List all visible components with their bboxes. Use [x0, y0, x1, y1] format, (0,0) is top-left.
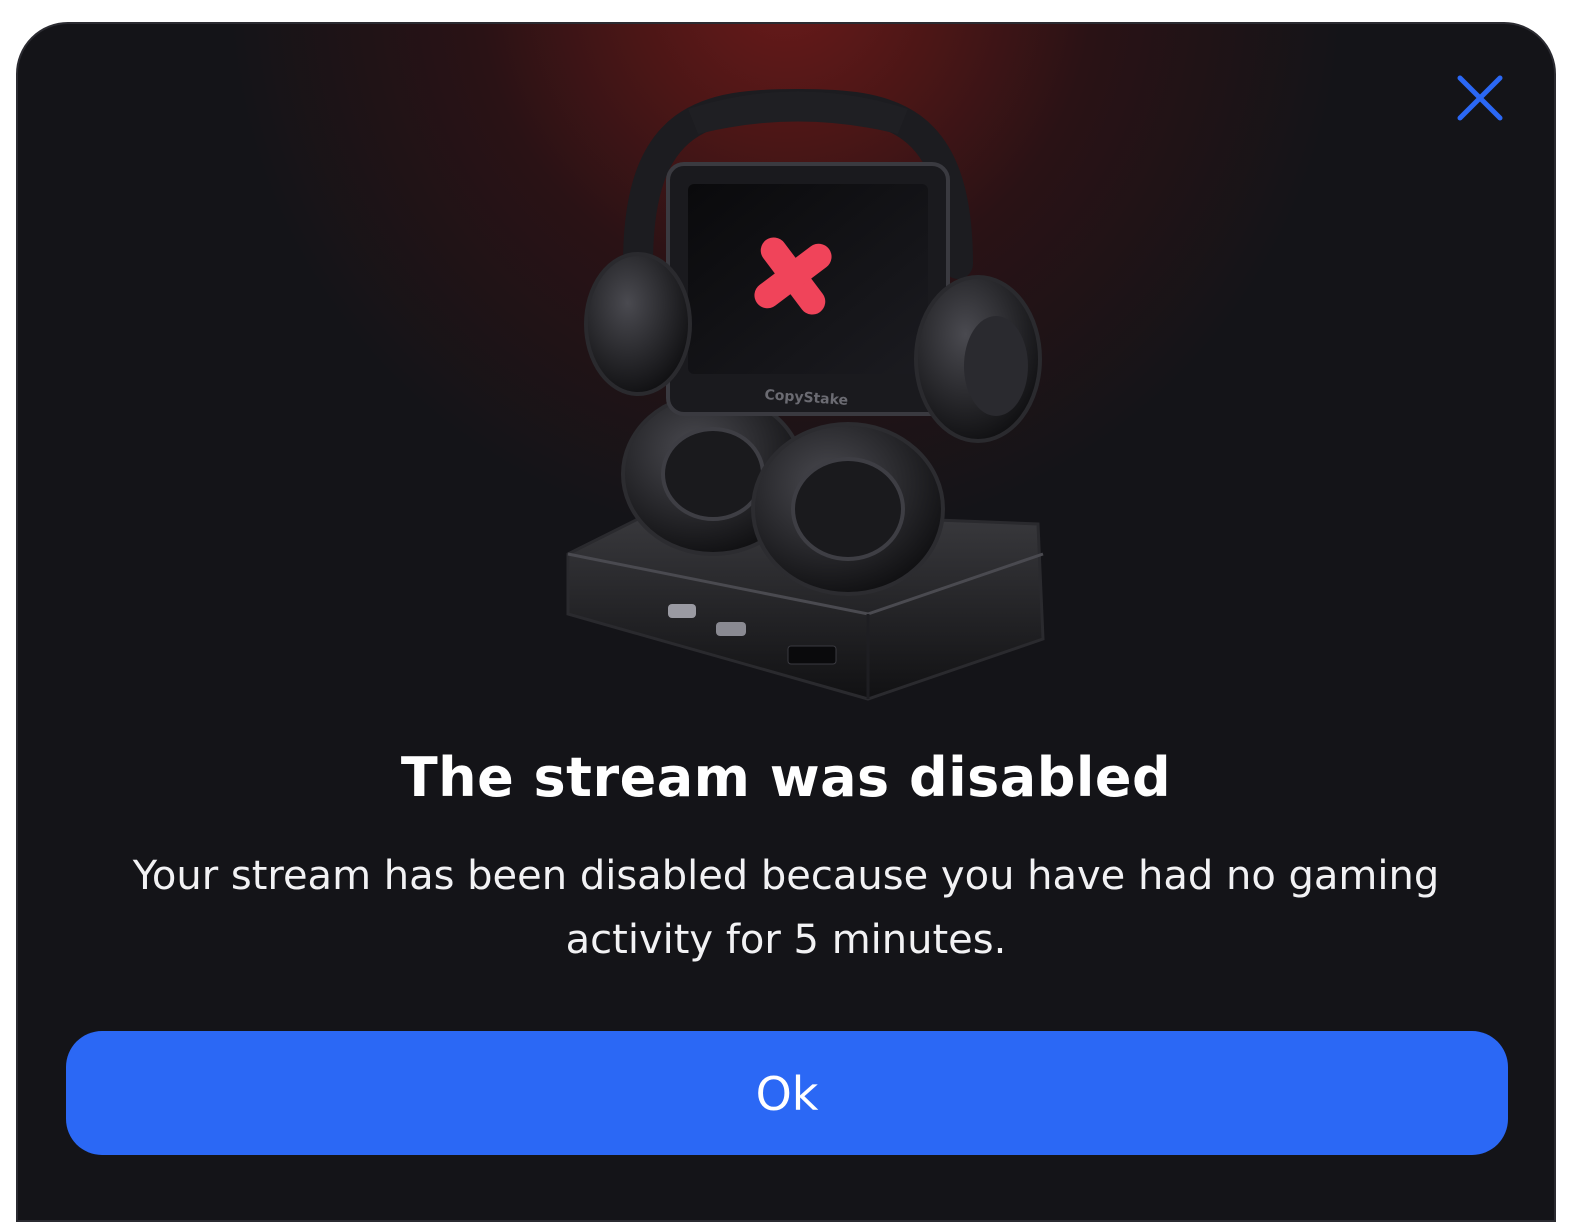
- ok-button[interactable]: Ok: [66, 1031, 1508, 1155]
- close-button[interactable]: [1452, 70, 1508, 126]
- streaming-device-disabled-icon: CopyStake: [538, 54, 1058, 714]
- dialog-title: The stream was disabled: [400, 746, 1172, 809]
- stream-disabled-dialog: CopyStake The stream was disabled Your s…: [16, 22, 1556, 1222]
- dialog-message: Your stream has been disabled because yo…: [132, 853, 1440, 963]
- close-icon: [1457, 75, 1503, 121]
